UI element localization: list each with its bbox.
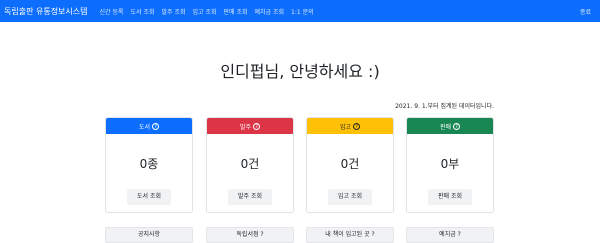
books-view-button[interactable]: 도서 조회 (127, 189, 171, 205)
card-stock-in: 입고 ? 0건 입고 조회 (306, 117, 394, 213)
nav-link-orders[interactable]: 발주 조회 (162, 7, 186, 16)
question-circle-icon[interactable]: ? (353, 122, 361, 130)
card-stock-in-value: 0건 (340, 157, 360, 171)
card-books: 도서 ? 0종 도서 조회 (105, 117, 193, 213)
nav-link-deposit[interactable]: 예치금 조회 (255, 7, 285, 16)
card-books-value: 0종 (139, 157, 159, 171)
logout-link[interactable]: 종료 (580, 7, 591, 16)
card-sales-title: 판매 (439, 123, 452, 131)
card-stock-in-header: 입고 ? (307, 118, 393, 134)
question-circle-icon[interactable]: ? (453, 122, 461, 130)
sales-view-button[interactable]: 판매 조회 (428, 189, 472, 205)
nav-link-new-book[interactable]: 신간 등록 (100, 7, 124, 16)
card-orders: 발주 ? 0건 발주 조회 (206, 117, 294, 213)
orders-view-button[interactable]: 발주 조회 (228, 189, 272, 205)
card-sales: 판매 ? 0부 판매 조회 (406, 117, 494, 213)
nav-link-inquiry[interactable]: 1:1 문의 (291, 7, 314, 16)
nav-links: 신간 등록 도서 조회 발주 조회 입고 조회 판매 조회 예치금 조회 1:1… (100, 7, 321, 16)
nav-link-sales[interactable]: 판매 조회 (224, 7, 248, 16)
card-stock-in-title: 입고 (339, 123, 352, 131)
nav-link-books[interactable]: 도서 조회 (131, 7, 155, 16)
brand-title[interactable]: 독립출판 유통정보시스템 (4, 6, 88, 17)
card-sales-value: 0부 (440, 157, 460, 171)
nav-link-stock-in[interactable]: 입고 조회 (193, 7, 217, 16)
data-range-notice: 2021. 9. 1.부터 집계된 데이터입니다. (395, 103, 494, 110)
greeting-heading: 인디펍님, 안녕하세요 :) (220, 62, 380, 81)
card-orders-value: 0건 (240, 157, 260, 171)
question-circle-icon[interactable]: ? (253, 122, 261, 130)
top-navbar: 독립출판 유통정보시스템 신간 등록 도서 조회 발주 조회 입고 조회 판매 … (0, 0, 600, 22)
card-sales-header: 판매 ? (407, 118, 493, 134)
card-books-title: 도서 (138, 123, 151, 131)
question-circle-icon[interactable]: ? (152, 122, 160, 130)
stock-in-view-button[interactable]: 입고 조회 (328, 189, 372, 205)
card-orders-header: 발주 ? (207, 118, 293, 134)
card-books-header: 도서 ? (106, 118, 192, 134)
card-orders-title: 발주 (239, 123, 252, 131)
